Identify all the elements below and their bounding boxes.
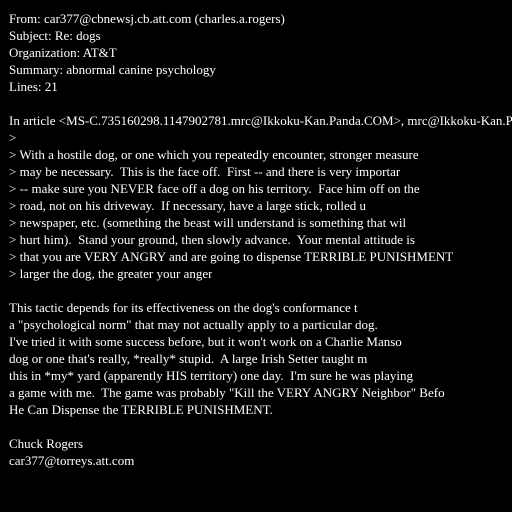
header-subject: Subject: Re: dogs	[9, 28, 101, 43]
reply-line: a "psychological norm" that may not actu…	[9, 317, 378, 332]
header-from: From: car377@cbnewsj.cb.att.com (charles…	[9, 11, 285, 26]
quoted-line: > may be necessary. This is the face off…	[9, 164, 401, 179]
quoted-line: > road, not on his driveway. If necessar…	[9, 198, 367, 213]
signature-name: Chuck Rogers	[9, 436, 84, 451]
header-lines: Lines: 21	[9, 79, 58, 94]
quoted-line: > -- make sure you NEVER face off a dog …	[9, 181, 420, 196]
reply-line: this in *my* yard (apparently HIS territ…	[9, 368, 414, 383]
signature-email: car377@torreys.att.com	[9, 453, 135, 468]
message-viewer: From: car377@cbnewsj.cb.att.com (charles…	[0, 0, 512, 512]
quoted-line: > larger the dog, the greater your anger	[9, 266, 213, 281]
quoted-line: > newspaper, etc. (something the beast w…	[9, 215, 407, 230]
reply-line: a game with me. The game was probably "K…	[9, 385, 445, 400]
reply-line: This tactic depends for its effectivenes…	[9, 300, 358, 315]
quoted-line: > hurt him). Stand your ground, then slo…	[9, 232, 415, 247]
attribution-line: In article <MS-C.735160298.1147902781.mr…	[9, 113, 512, 128]
quoted-line: > With a hostile dog, or one which you r…	[9, 147, 419, 162]
quoted-line: > that you are VERY ANGRY and are going …	[9, 249, 454, 264]
reply-line: dog or one that's really, *really* stupi…	[9, 351, 368, 366]
header-organization: Organization: AT&T	[9, 45, 117, 60]
reply-line: I've tried it with some success before, …	[9, 334, 402, 349]
header-summary: Summary: abnormal canine psychology	[9, 62, 216, 77]
quoted-line: >	[9, 130, 17, 145]
reply-line: He Can Dispense the TERRIBLE PUNISHMENT.	[9, 402, 273, 417]
